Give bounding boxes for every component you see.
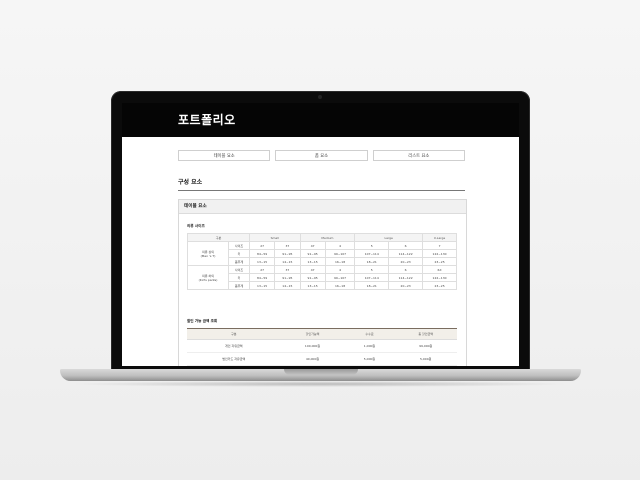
col-header: X-Large <box>422 233 457 242</box>
table-row: 법인카드 자유금액 40,000원 5,000원 5,000원 <box>187 352 457 366</box>
cell: 91~95 <box>299 273 326 282</box>
cell: 114~122 <box>388 273 424 282</box>
metric-label: 사이즈 <box>228 241 250 250</box>
cell: 122~130 <box>422 273 457 282</box>
size-table-title: 의류 사이즈 <box>187 224 205 228</box>
cell: 23~25 <box>422 281 457 290</box>
row-group-label: 의류 하의 (Kid's pants) <box>187 265 229 290</box>
table-row: 의류 하의 (Kid's pants) 사이즈 27 37 47 4 5 6 6… <box>187 265 457 290</box>
cell: 13~15 <box>299 281 326 290</box>
tab-form[interactable]: 폼 요소 <box>275 150 368 161</box>
panel-header: 테이블 요소 <box>179 200 466 214</box>
cell: 114~122 <box>388 249 424 258</box>
cell: 18~21 <box>354 257 390 266</box>
laptop-base <box>60 369 581 381</box>
cell: 23~25 <box>422 257 457 266</box>
cell: 107~114 <box>354 273 390 282</box>
col-header: 수수료 <box>344 328 395 340</box>
cell: 5 <box>354 241 390 250</box>
cell: 107~114 <box>354 249 390 258</box>
table-row: 키 84~59 91~95 91~95 99~107 107~114 114~1… <box>188 249 457 258</box>
cell: 99,000원 <box>394 339 457 353</box>
col-header: Small <box>249 233 301 242</box>
site-header: 포트폴리오 <box>122 103 519 137</box>
cell: 6 <box>388 265 424 274</box>
cell: 122~130 <box>422 249 457 258</box>
cell: 99~107 <box>324 249 356 258</box>
cell: 16~18 <box>324 257 356 266</box>
tab-list[interactable]: 리스트 요소 <box>372 150 465 161</box>
row-group-label: 의류 상의 (Men 's T) <box>187 241 229 266</box>
cell: 7 <box>422 241 457 250</box>
cell: 14~15 <box>274 281 301 290</box>
cell: 4 <box>324 241 356 250</box>
cell: 13~15 <box>248 281 276 290</box>
cell: 13~15 <box>299 257 326 266</box>
laptop-lid: 포트폴리오 테이블 요소 폼 요소 리스트 요소 구성 요소 테이블 요소 의류… <box>111 91 530 372</box>
cell: 47 <box>299 241 326 250</box>
discount-table: 구분 할인가능액 수수료 총 할인금액 개인 자유금액 100,000원 1,0… <box>187 328 457 366</box>
cell: 20~23 <box>388 257 424 266</box>
cell: 개인 자유금액 <box>187 339 281 353</box>
cell: 91~95 <box>274 273 301 282</box>
cell: 20~23 <box>388 281 424 290</box>
col-header: 구분 <box>187 233 250 242</box>
cell: 99~107 <box>324 273 356 282</box>
table-row: 몸무게 13~15 14~15 13~15 16~18 18~21 20~23 … <box>188 281 457 290</box>
section-divider <box>178 190 465 191</box>
cell: 18~21 <box>354 281 390 290</box>
cell: 37 <box>274 241 301 250</box>
cell: 6 <box>388 241 424 250</box>
tab-table[interactable]: 테이블 요소 <box>178 150 271 161</box>
col-header: 구분 <box>187 328 281 340</box>
table-row: 몸무게 13~15 14~15 13~15 16~18 18~21 20~23 … <box>188 257 457 266</box>
cell: 16~18 <box>324 281 356 290</box>
cell: 37 <box>274 265 301 274</box>
cell: 14~15 <box>274 257 301 266</box>
cell: 47 <box>299 265 326 274</box>
cell: 84~59 <box>248 273 276 282</box>
size-table-header: 구분 Small Medium Large X-Large <box>187 233 457 242</box>
cell: 1,000원 <box>344 339 395 353</box>
cell: 91~95 <box>274 249 301 258</box>
table-row: 개인 자유금액 100,000원 1,000원 99,000원 <box>187 339 457 353</box>
laptop-notch <box>284 369 358 375</box>
cell: 27 <box>248 241 276 250</box>
metric-label: 몸무게 <box>228 281 250 290</box>
cell: 5,000원 <box>344 352 395 366</box>
cell: 5 <box>354 265 390 274</box>
metric-label: 몸무게 <box>228 257 250 266</box>
laptop-shadow <box>70 381 570 387</box>
metric-label: 사이즈 <box>228 265 250 274</box>
table-panel: 테이블 요소 의류 사이즈 구분 Small Medium Large X-La… <box>178 199 467 366</box>
site-title: 포트폴리오 <box>178 113 236 127</box>
metric-label: 키 <box>228 249 250 258</box>
cell: 6X <box>422 265 457 274</box>
table-row: 키 84~59 91~95 91~95 99~107 107~114 114~1… <box>188 273 457 282</box>
section-title: 구성 요소 <box>178 179 203 186</box>
cell: 4 <box>324 265 356 274</box>
laptop-screen: 포트폴리오 테이블 요소 폼 요소 리스트 요소 구성 요소 테이블 요소 의류… <box>122 103 519 366</box>
cell: 100,000원 <box>280 339 345 353</box>
group-label-line2: (Men 's T) <box>200 253 216 258</box>
tab-bar: 테이블 요소 폼 요소 리스트 요소 <box>178 150 465 161</box>
discount-table-header: 구분 할인가능액 수수료 총 할인금액 <box>187 328 457 340</box>
cell: 91~95 <box>299 249 326 258</box>
cell: 5,000원 <box>394 352 457 366</box>
metric-label: 키 <box>228 273 250 282</box>
col-header: Medium <box>299 233 356 242</box>
rent-table-title: 할인 가능 금액 조회 <box>187 319 218 323</box>
col-header: Large <box>354 233 424 242</box>
cell: 27 <box>248 265 276 274</box>
cell: 법인카드 자유금액 <box>187 352 281 366</box>
cell: 40,000원 <box>280 352 345 366</box>
group-label-line2: (Kid's pants) <box>198 277 218 282</box>
table-row: 의류 상의 (Men 's T) 사이즈 27 37 47 4 5 6 7 <box>187 241 457 266</box>
cell: 84~59 <box>248 249 276 258</box>
col-header: 할인가능액 <box>280 328 345 340</box>
camera-dot <box>318 95 322 99</box>
size-table: 구분 Small Medium Large X-Large 의류 상의 (Men… <box>187 233 457 290</box>
col-header: 총 할인금액 <box>394 328 457 340</box>
cell: 13~15 <box>248 257 276 266</box>
